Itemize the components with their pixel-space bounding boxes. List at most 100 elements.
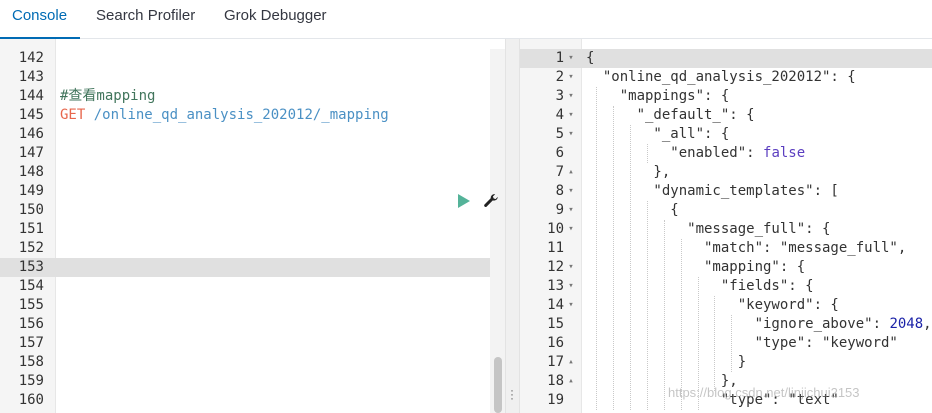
code-token: "_all": { (586, 126, 730, 142)
code-line[interactable]: 143 (0, 68, 505, 87)
line-number: 7 (555, 164, 564, 180)
code-line[interactable]: 2 ▾ "online_qd_analysis_202012": { (520, 68, 932, 87)
code-line[interactable]: 151 (0, 220, 505, 239)
code-token: { (586, 50, 595, 66)
tab-grok-debugger[interactable]: Grok Debugger (224, 0, 327, 39)
code-line[interactable]: 12 ▾ "mapping": { (520, 258, 932, 277)
code-line[interactable]: 152 (0, 239, 505, 258)
code-line[interactable]: 15 "ignore_above": 2048, (520, 315, 932, 334)
line-number: 19 (547, 392, 564, 408)
line-number: 146 (18, 126, 44, 142)
code-line[interactable]: 13 ▾ "fields": { (520, 277, 932, 296)
fold-toggle-icon[interactable]: ▾ (566, 182, 576, 201)
code-line[interactable]: 145 GET /online_qd_analysis_202012/_mappi… (0, 106, 505, 125)
line-number: 147 (18, 145, 44, 161)
code-line[interactable]: 9 ▾ { (520, 201, 932, 220)
code-text: #查看mapping (60, 87, 155, 106)
code-line[interactable]: 150 (0, 201, 505, 220)
code-token: , (923, 316, 932, 332)
code-line[interactable]: 149 (0, 182, 505, 201)
line-number: 2 (555, 69, 564, 85)
code-line[interactable]: 147 (0, 144, 505, 163)
code-token: false (763, 145, 806, 161)
code-token: /online_qd_analysis_202012/_mapping (85, 107, 389, 123)
fold-toggle-icon[interactable]: ▾ (566, 68, 576, 87)
code-token: "match": "message_full", (586, 240, 907, 256)
code-line[interactable]: 154 (0, 277, 505, 296)
tab-console[interactable]: Console (0, 0, 80, 39)
code-text: { (586, 49, 594, 68)
line-number: 144 (18, 88, 44, 104)
code-line[interactable]: 153 (0, 258, 505, 277)
request-editor[interactable]: 142 143 144 #查看mapping 145 GET /online_qd_ana… (0, 39, 505, 413)
code-line[interactable]: 10 ▾ "message_full": { (520, 220, 932, 239)
fold-toggle-icon[interactable]: ▴ (566, 163, 576, 182)
code-line[interactable]: 142 (0, 49, 505, 68)
fold-toggle-icon[interactable]: ▾ (566, 49, 576, 68)
line-number: 152 (18, 240, 44, 256)
line-number: 160 (18, 392, 44, 408)
line-number: 149 (18, 183, 44, 199)
fold-toggle-icon[interactable]: ▾ (566, 201, 576, 220)
code-line[interactable]: 14 ▾ "keyword": { (520, 296, 932, 315)
code-line[interactable]: 148 (0, 163, 505, 182)
line-number: 10 (547, 221, 564, 237)
code-token: "ignore_above": (586, 316, 890, 332)
line-number: 1 (555, 50, 564, 66)
code-line[interactable]: 3 ▾ "mappings": { (520, 87, 932, 106)
code-line[interactable]: 159 (0, 372, 505, 391)
fold-toggle-icon[interactable]: ▴ (566, 372, 576, 391)
resizer-handle-icon[interactable]: · · · (510, 384, 514, 404)
code-token: "online_qd_analysis_202012": { (586, 69, 856, 85)
line-number: 16 (547, 335, 564, 351)
code-line[interactable]: 5 ▾ "_all": { (520, 125, 932, 144)
code-line[interactable]: 1 ▾ { (520, 49, 932, 68)
tab-search-profiler[interactable]: Search Profiler (96, 0, 195, 39)
code-token: } (586, 354, 747, 370)
code-text: "type": "keyword" (586, 334, 898, 353)
line-number: 3 (555, 88, 564, 104)
code-token: { (586, 202, 679, 218)
code-line[interactable]: 160 (0, 391, 505, 410)
code-token: "_default_": { (586, 107, 755, 123)
code-text: "message_full": { (586, 220, 830, 239)
fold-toggle-icon[interactable]: ▾ (566, 258, 576, 277)
fold-toggle-icon[interactable]: ▾ (566, 277, 576, 296)
code-line[interactable]: 155 (0, 296, 505, 315)
code-token: "fields": { (586, 278, 814, 294)
code-line[interactable]: 17 ▴ } (520, 353, 932, 372)
line-number: 8 (555, 183, 564, 199)
code-line[interactable]: 16 "type": "keyword" (520, 334, 932, 353)
wrench-icon[interactable] (482, 192, 500, 210)
fold-toggle-icon[interactable]: ▾ (566, 87, 576, 106)
code-line[interactable]: 4 ▾ "_default_": { (520, 106, 932, 125)
code-line[interactable]: 158 (0, 353, 505, 372)
play-icon[interactable] (458, 194, 470, 208)
pane-resizer[interactable] (505, 39, 520, 413)
top-tab-bar: Console Search Profiler Grok Debugger (0, 0, 932, 39)
code-line[interactable]: 146 (0, 125, 505, 144)
fold-toggle-icon[interactable]: ▾ (566, 220, 576, 239)
fold-toggle-icon[interactable]: ▾ (566, 125, 576, 144)
code-line[interactable]: 8 ▾ "dynamic_templates": [ (520, 182, 932, 201)
fold-toggle-icon[interactable]: ▾ (566, 106, 576, 125)
line-number: 6 (555, 145, 564, 161)
line-number: 150 (18, 202, 44, 218)
code-token: }, (586, 164, 671, 180)
fold-toggle-icon[interactable]: ▾ (566, 296, 576, 315)
code-token: "message_full": { (586, 221, 831, 237)
response-viewer[interactable]: 1 ▾{2 ▾ "online_qd_analysis_202012": {3 ▾ "… (520, 39, 932, 413)
line-number: 143 (18, 69, 44, 85)
code-line[interactable]: 7 ▴ }, (520, 163, 932, 182)
code-token: #查看mapping (60, 88, 156, 104)
code-line[interactable]: 156 (0, 315, 505, 334)
code-token: "keyword": { (586, 297, 839, 313)
code-line[interactable]: 157 (0, 334, 505, 353)
code-line[interactable]: 11 "match": "message_full", (520, 239, 932, 258)
code-line[interactable]: 6 "enabled": false (520, 144, 932, 163)
code-text: "dynamic_templates": [ (586, 182, 838, 201)
request-editor-scrollbar-thumb[interactable] (494, 357, 502, 413)
code-line[interactable]: 144 #查看mapping (0, 87, 505, 106)
fold-toggle-icon[interactable]: ▴ (566, 353, 576, 372)
line-number: 156 (18, 316, 44, 332)
